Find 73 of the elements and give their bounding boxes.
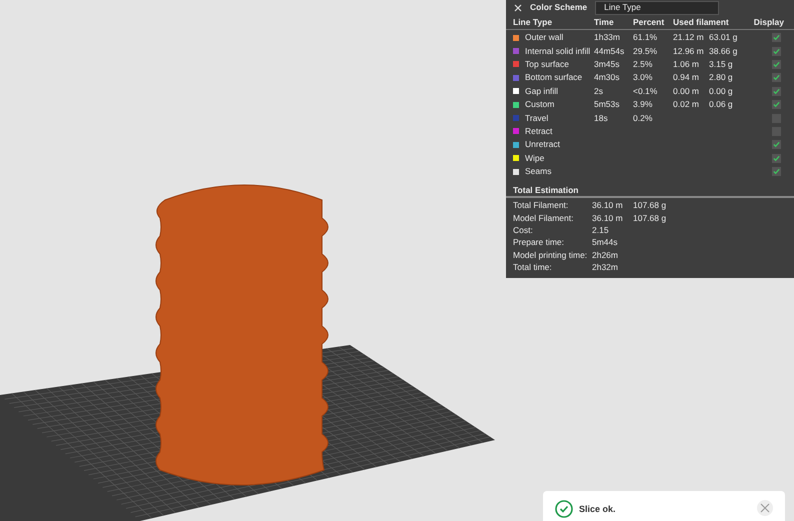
display-checkbox[interactable]: [772, 140, 781, 150]
notification-message: Slice ok.: [579, 503, 616, 516]
estimation-value: 2.15: [592, 224, 610, 237]
column-header: Line Type: [513, 16, 554, 28]
time-cell-text: 4m30s: [594, 71, 621, 84]
collapse-icon[interactable]: [514, 4, 522, 12]
estimation-value: 5m44s: [592, 236, 619, 250]
estimation-label: Total Filament:: [513, 199, 570, 212]
close-button[interactable]: [757, 500, 773, 516]
percent-cell-text: 2.5%: [633, 58, 654, 71]
percent-cell-text: 0.2%: [633, 112, 654, 124]
estimation-label: Cost:: [513, 224, 534, 237]
close-icon: [760, 503, 770, 513]
percent-cell-text: 61.1%: [633, 31, 658, 44]
weight-cell-text: 0.06 g: [709, 98, 734, 112]
length-cell-text: 1.06 m: [673, 58, 700, 71]
line-type-label: Internal solid infill: [525, 44, 590, 58]
display-checkbox[interactable]: [772, 33, 781, 42]
estimation-label: Total time:: [513, 261, 553, 274]
section-title: Total Estimation: [506, 184, 794, 198]
length-cell-text: 0.00 m: [673, 84, 700, 98]
display-checkbox[interactable]: [772, 73, 781, 82]
estimation-value: 107.68 g: [633, 212, 668, 224]
time-cell-text: 5m53s: [594, 98, 621, 112]
column-header: Time: [594, 16, 615, 28]
column-header: Display: [752, 16, 785, 28]
estimation-value: 36.10 m: [592, 212, 624, 224]
display-checkbox[interactable]: [772, 46, 781, 56]
weight-cell-text: 38.66 g: [709, 44, 738, 58]
length-cell-text: 0.02 m: [673, 98, 700, 112]
percent-cell-text: <0.1%: [633, 84, 658, 98]
length-cell-text: 21.12 m: [673, 31, 705, 44]
estimation-label: Prepare time:: [513, 236, 566, 250]
time-cell-text: 3m45s: [594, 58, 621, 71]
scheme-dropdown[interactable]: Line Type: [595, 0, 720, 14]
estimation-value: 36.10 m: [592, 199, 624, 212]
weight-cell-text: 63.01 g: [709, 31, 738, 44]
estimation-value: 107.68 g: [633, 199, 668, 212]
time-cell-text: 44m54s: [594, 44, 626, 58]
line-type-label: Gap infill: [525, 84, 558, 98]
line-type-label: Unretract: [525, 138, 560, 152]
weight-cell-text: 3.15 g: [709, 58, 734, 71]
display-checkbox[interactable]: [772, 154, 781, 163]
display-checkbox[interactable]: [772, 167, 781, 176]
line-type-label: Seams: [525, 165, 552, 178]
weight-cell-text: 0.00 g: [709, 84, 734, 98]
length-cell-text: 0.94 m: [673, 71, 700, 84]
time-cell-text: 18s: [594, 112, 609, 124]
length-cell-text: 12.96 m: [673, 44, 705, 58]
column-header: Percent: [633, 16, 666, 28]
line-type-label: Custom: [525, 98, 554, 112]
line-type-label: Top surface: [525, 58, 569, 71]
time-cell-text: 1h33m: [594, 31, 621, 44]
line-type-label: Outer wall: [525, 31, 564, 44]
estimation-value: 2h26m: [592, 248, 619, 262]
percent-cell-text: 29.5%: [633, 44, 658, 58]
line-type-label: Bottom surface: [525, 71, 582, 84]
line-type-label: Wipe: [525, 152, 544, 165]
line-type-label: Travel: [525, 112, 548, 124]
line-type-label: Retract: [525, 125, 552, 138]
estimation-value: 2h32m: [592, 261, 619, 274]
time-cell-text: 2s: [594, 84, 604, 98]
percent-cell-text: 3.9%: [633, 98, 654, 112]
display-checkbox[interactable]: [772, 60, 781, 69]
estimation-label: Model printing time:: [513, 248, 588, 262]
weight-cell-text: 2.80 g: [709, 71, 734, 84]
percent-cell-text: 3.0%: [633, 71, 654, 84]
column-header: Used filament: [673, 16, 730, 28]
display-checkbox[interactable]: [772, 86, 781, 96]
estimation-label: Model Filament:: [513, 212, 574, 224]
success-check-icon: [555, 500, 573, 518]
panel-title: Color Scheme: [530, 1, 588, 14]
display-checkbox[interactable]: [772, 100, 781, 110]
